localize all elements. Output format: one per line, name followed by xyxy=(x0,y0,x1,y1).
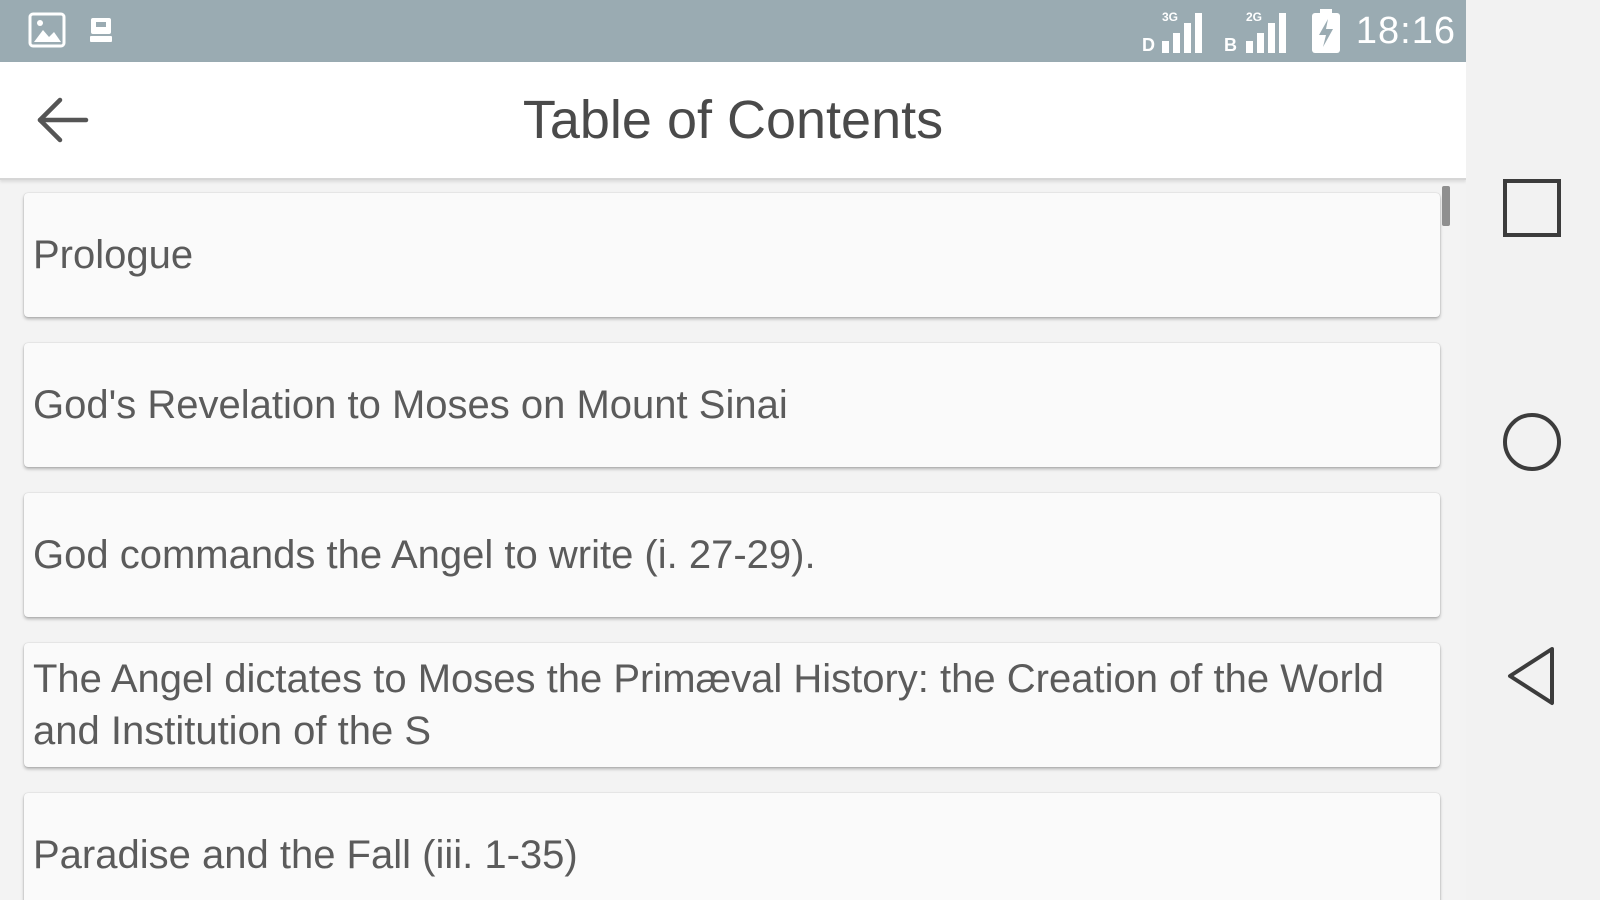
arrow-back-icon xyxy=(37,97,89,143)
status-left-icons xyxy=(28,12,114,48)
phone-screen: 3G D 2G B 18:16 Table of Contents Prolog… xyxy=(0,0,1466,900)
navigation-bar xyxy=(1466,0,1600,900)
svg-text:D: D xyxy=(1142,35,1155,55)
recents-button[interactable] xyxy=(1480,156,1584,260)
status-right-icons: 3G D 2G B 18:16 xyxy=(1140,6,1456,56)
svg-text:B: B xyxy=(1224,35,1237,55)
back-button[interactable] xyxy=(22,84,102,156)
toc-item-label: Prologue xyxy=(33,233,194,277)
image-icon xyxy=(28,12,66,48)
system-back-button[interactable] xyxy=(1480,624,1584,728)
recents-square-icon xyxy=(1503,179,1561,237)
signal-2g-icon: 2G B xyxy=(1224,10,1286,55)
home-circle-icon xyxy=(1503,413,1561,471)
toc-item-angel-write[interactable]: God commands the Angel to write (i. 27-2… xyxy=(24,493,1440,617)
toc-item-label: God's Revelation to Moses on Mount Sinai xyxy=(33,383,788,427)
toc-item-label: God commands the Angel to write (i. 27-2… xyxy=(33,533,816,577)
toc-item-prologue[interactable]: Prologue xyxy=(24,193,1440,317)
toc-item-paradise-fall[interactable]: Paradise and the Fall (iii. 1-35) xyxy=(24,793,1440,900)
toc-item-primaeval-history[interactable]: The Angel dictates to Moses the Primæval… xyxy=(24,643,1440,767)
toc-list[interactable]: Prologue God's Revelation to Moses on Mo… xyxy=(0,180,1466,900)
svg-text:3G: 3G xyxy=(1162,10,1178,24)
notification-icon xyxy=(90,18,112,42)
scrollbar-thumb[interactable] xyxy=(1442,186,1450,226)
svg-text:2G: 2G xyxy=(1246,10,1262,24)
signal-3g-icon: 3G D xyxy=(1142,10,1202,55)
back-triangle-icon xyxy=(1508,647,1554,705)
battery-icon xyxy=(1311,9,1340,53)
app-bar: Table of Contents xyxy=(0,62,1466,180)
status-time: 18:16 xyxy=(1355,9,1456,52)
status-bar: 3G D 2G B 18:16 xyxy=(0,0,1466,62)
toc-item-label: Paradise and the Fall (iii. 1-35) xyxy=(33,833,578,877)
toc-item-label: The Angel dictates to Moses the Primæval… xyxy=(33,657,1384,753)
page-title: Table of Contents xyxy=(522,90,944,150)
home-button[interactable] xyxy=(1480,390,1584,494)
toc-item-revelation[interactable]: God's Revelation to Moses on Mount Sinai xyxy=(24,343,1440,467)
